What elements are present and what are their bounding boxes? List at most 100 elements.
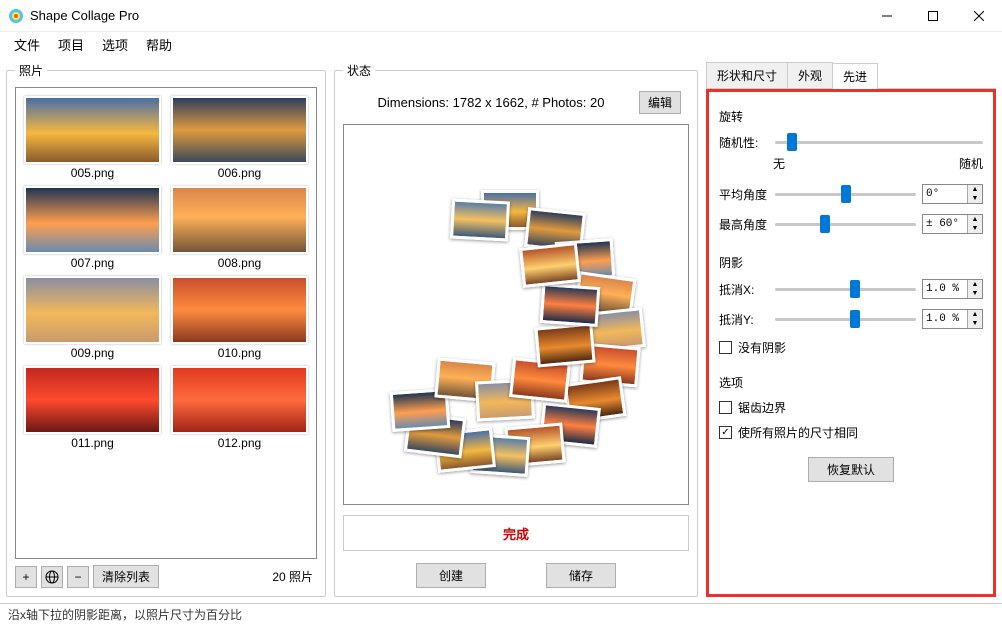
thumbnail-image <box>24 96 161 164</box>
no-shadow-checkbox[interactable] <box>719 341 732 354</box>
progress-zone: 完成 <box>343 515 689 551</box>
thumbnail-item[interactable]: 011.png <box>24 366 161 450</box>
avg-angle-input[interactable] <box>923 185 967 203</box>
offset-x-slider[interactable] <box>775 280 916 298</box>
collage-photo <box>519 242 581 288</box>
tab-appearance[interactable]: 外观 <box>787 62 833 88</box>
maximize-button[interactable] <box>910 0 956 32</box>
window-title: Shape Collage Pro <box>30 8 864 23</box>
thumbnail-image <box>24 366 161 434</box>
same-size-label: 使所有照片的尺寸相同 <box>738 424 858 441</box>
spin-up-icon[interactable]: ▲ <box>968 280 982 289</box>
titlebar: Shape Collage Pro <box>0 0 1002 32</box>
menu-options[interactable]: 选项 <box>94 33 136 56</box>
spin-down-icon[interactable]: ▼ <box>968 224 982 233</box>
rotation-heading: 旋转 <box>719 108 983 125</box>
statusbar-text: 沿x轴下拉的阴影距离，以照片尺寸为百分比 <box>8 606 242 623</box>
tab-shape[interactable]: 形状和尺寸 <box>706 62 788 88</box>
tabstrip: 形状和尺寸 外观 先进 <box>706 62 996 89</box>
clear-list-button[interactable]: 清除列表 <box>93 565 159 588</box>
advanced-tab-body: 旋转 随机性: 无 随机 平均角度 ▲▼ 最高角度 ▲▼ 阴影 抵消X: <box>706 89 996 597</box>
content-area: 照片 005.png 006.png 007.png 008.png 009.png 01… <box>0 56 1002 603</box>
close-button[interactable] <box>956 0 1002 32</box>
menu-file[interactable]: 文件 <box>6 33 48 56</box>
app-icon <box>8 8 24 24</box>
thumbnail-image <box>24 276 161 344</box>
same-size-checkbox[interactable]: ✓ <box>719 426 732 439</box>
tab-advanced[interactable]: 先进 <box>832 63 878 89</box>
thumbnail-label: 011.png <box>24 436 161 450</box>
spin-up-icon[interactable]: ▲ <box>968 310 982 319</box>
thumbnail-item[interactable]: 007.png <box>24 186 161 270</box>
thumbnail-label: 008.png <box>171 256 308 270</box>
jagged-label: 锯齿边界 <box>738 399 786 416</box>
web-photo-button[interactable] <box>41 566 63 588</box>
thumbnail-image <box>171 96 308 164</box>
thumbnail-label: 005.png <box>24 166 161 180</box>
offset-x-label: 抵消X: <box>719 281 769 298</box>
thumbnail-item[interactable]: 009.png <box>24 276 161 360</box>
thumbnail-item[interactable]: 005.png <box>24 96 161 180</box>
create-button[interactable]: 创建 <box>416 563 486 588</box>
spin-down-icon[interactable]: ▼ <box>968 319 982 328</box>
offset-y-slider[interactable] <box>775 310 916 328</box>
spin-down-icon[interactable]: ▼ <box>968 194 982 203</box>
options-heading: 选项 <box>719 374 983 391</box>
photos-legend: 照片 <box>15 62 47 79</box>
thumbnail-label: 012.png <box>171 436 308 450</box>
thumbnail-image <box>24 186 161 254</box>
collage-photo <box>540 283 601 327</box>
thumbnail-image <box>171 186 308 254</box>
randomness-slider[interactable] <box>775 133 983 151</box>
avg-angle-slider[interactable] <box>775 185 916 203</box>
spin-up-icon[interactable]: ▲ <box>968 185 982 194</box>
done-text: 完成 <box>503 524 529 543</box>
thumbnail-item[interactable]: 006.png <box>171 96 308 180</box>
status-pane: 状态 Dimensions: 1782 x 1662, # Photos: 20… <box>334 62 698 597</box>
edit-button[interactable]: 编辑 <box>639 91 681 114</box>
add-photo-button[interactable]: + <box>15 566 37 588</box>
offset-y-input[interactable] <box>923 310 967 328</box>
no-shadow-label: 没有阴影 <box>738 339 786 356</box>
tabs-pane: 形状和尺寸 外观 先进 旋转 随机性: 无 随机 平均角度 ▲▼ 最高角度 <box>706 62 996 597</box>
max-angle-spinner[interactable]: ▲▼ <box>922 214 983 234</box>
thumbnail-item[interactable]: 008.png <box>171 186 308 270</box>
thumbnail-label: 010.png <box>171 346 308 360</box>
spin-up-icon[interactable]: ▲ <box>968 215 982 224</box>
offset-y-label: 抵消Y: <box>719 311 769 328</box>
collage-photo <box>450 198 510 241</box>
avg-angle-label: 平均角度 <box>719 186 769 203</box>
menu-project[interactable]: 项目 <box>50 33 92 56</box>
photos-pane: 照片 005.png 006.png 007.png 008.png 009.png 01… <box>6 62 326 597</box>
dimensions-text: Dimensions: 1782 x 1662, # Photos: 20 <box>351 95 631 110</box>
thumbnail-item[interactable]: 010.png <box>171 276 308 360</box>
offset-y-spinner[interactable]: ▲▼ <box>922 309 983 329</box>
collage-preview <box>381 185 651 445</box>
minimize-button[interactable] <box>864 0 910 32</box>
max-angle-slider[interactable] <box>775 215 916 233</box>
collage-photo <box>534 322 595 367</box>
menu-help[interactable]: 帮助 <box>138 33 180 56</box>
randomness-label: 随机性: <box>719 134 769 151</box>
thumbnail-label: 009.png <box>24 346 161 360</box>
max-angle-label: 最高角度 <box>719 216 769 233</box>
photo-footer: + − 清除列表 20 照片 <box>15 565 317 588</box>
max-angle-input[interactable] <box>923 215 967 233</box>
jagged-checkbox[interactable] <box>719 401 732 414</box>
status-legend: 状态 <box>343 62 375 79</box>
menubar: 文件 项目 选项 帮助 <box>0 32 1002 56</box>
restore-defaults-button[interactable]: 恢复默认 <box>808 457 894 482</box>
thumbnail-label: 006.png <box>171 166 308 180</box>
avg-angle-spinner[interactable]: ▲▼ <box>922 184 983 204</box>
thumbnail-image <box>171 276 308 344</box>
offset-x-input[interactable] <box>923 280 967 298</box>
thumbnail-image <box>171 366 308 434</box>
remove-photo-button[interactable]: − <box>67 566 89 588</box>
randomness-max: 随机 <box>959 155 983 172</box>
thumbnails-scroll[interactable]: 005.png 006.png 007.png 008.png 009.png 010.p… <box>15 87 317 559</box>
save-button[interactable]: 储存 <box>546 563 616 588</box>
statusbar: 沿x轴下拉的阴影距离，以照片尺寸为百分比 <box>0 603 1002 625</box>
spin-down-icon[interactable]: ▼ <box>968 289 982 298</box>
thumbnail-item[interactable]: 012.png <box>171 366 308 450</box>
offset-x-spinner[interactable]: ▲▼ <box>922 279 983 299</box>
